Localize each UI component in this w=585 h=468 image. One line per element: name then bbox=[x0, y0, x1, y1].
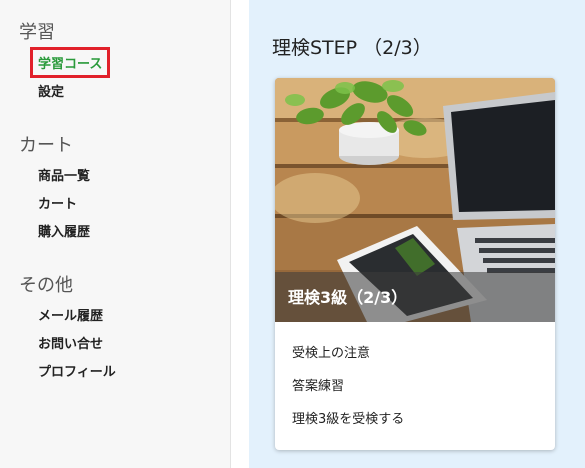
sidebar: 学習 学習コース 設定 カート 商品一覧 カート 購入履歴 その他 メール履歴 … bbox=[0, 0, 231, 468]
card-link-answer-practice[interactable]: 答案練習 bbox=[292, 375, 344, 394]
card-link-precautions[interactable]: 受検上の注意 bbox=[292, 342, 370, 361]
course-card-title-overlay: 理検3級（2/3） bbox=[275, 272, 555, 322]
page-title: 理検STEP （2/3） bbox=[272, 37, 432, 59]
sidebar-section-title-learning: 学習 bbox=[19, 22, 55, 43]
sidebar-item-mail-history[interactable]: メール履歴 bbox=[38, 305, 103, 324]
sidebar-item-product-list[interactable]: 商品一覧 bbox=[38, 165, 90, 184]
course-card-title[interactable]: 理検3級（2/3） bbox=[288, 284, 407, 308]
sidebar-section-title-other: その他 bbox=[19, 275, 73, 296]
course-card[interactable]: 理検3級（2/3） 受検上の注意 答案練習 理検3級を受検する bbox=[275, 78, 555, 450]
card-link-take-exam[interactable]: 理検3級を受検する bbox=[292, 408, 404, 427]
sidebar-section-title-cart: カート bbox=[19, 135, 73, 156]
sidebar-item-profile[interactable]: プロフィール bbox=[38, 361, 116, 380]
sidebar-item-learning-course[interactable]: 学習コース bbox=[29, 47, 111, 78]
sidebar-item-settings[interactable]: 設定 bbox=[38, 81, 64, 100]
sidebar-item-cart[interactable]: カート bbox=[38, 193, 77, 212]
sidebar-item-contact[interactable]: お問い合せ bbox=[38, 333, 103, 352]
sidebar-item-purchase-history[interactable]: 購入履歴 bbox=[38, 221, 90, 240]
sidebar-gap bbox=[231, 0, 249, 468]
